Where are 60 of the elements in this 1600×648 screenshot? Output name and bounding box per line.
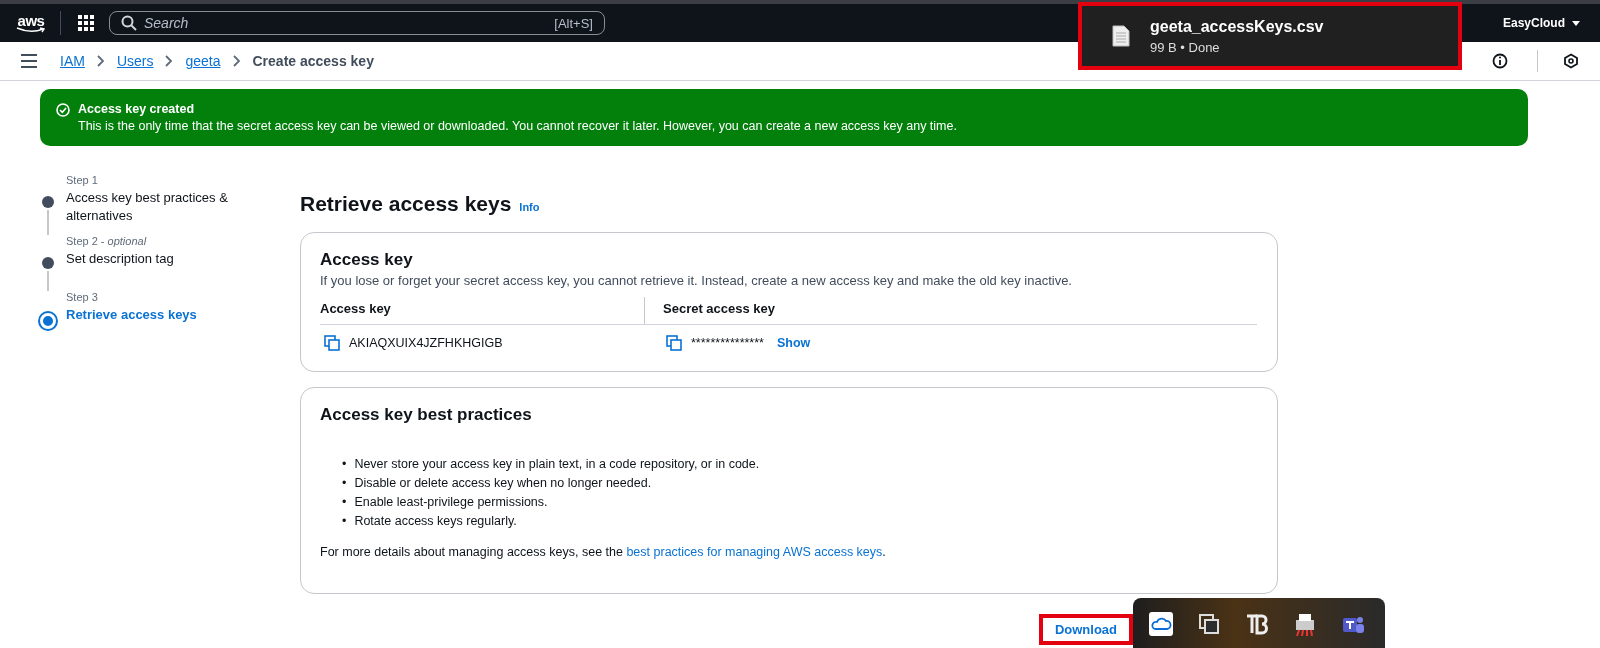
- secret-key-masked: ***************: [691, 336, 764, 350]
- cloud-icon: [1149, 612, 1173, 636]
- shortcut-hint: [Alt+S]: [554, 16, 593, 31]
- smile-arrow-icon: [16, 26, 46, 33]
- page-title: Retrieve access keys: [300, 192, 512, 216]
- breadcrumb-link[interactable]: IAM: [60, 53, 85, 69]
- account-menu[interactable]: EasyCloud: [1503, 16, 1580, 30]
- taskbar-button[interactable]: [1245, 612, 1269, 636]
- step-label: Step 2 - optional: [66, 235, 148, 247]
- taskbar-button[interactable]: [1197, 612, 1221, 636]
- step-label: Step 1: [66, 174, 99, 186]
- show-link[interactable]: Show: [776, 336, 811, 350]
- grid-icon: [78, 15, 94, 31]
- bullet-item: Never store your access key in plain text, in a code repository, or in code.: [354, 456, 760, 473]
- bullet-item: Enable least-privilege permissions.: [354, 494, 548, 511]
- copy-icon: [324, 335, 340, 351]
- breadcrumb-current: Create access key: [252, 53, 374, 69]
- chevron-right-icon: [232, 55, 241, 67]
- bullet-item: Rotate access keys regularly.: [354, 513, 517, 530]
- breadcrumb-link[interactable]: geeta: [185, 53, 221, 69]
- copy-icon: [666, 335, 682, 351]
- panel-title: Access key: [320, 250, 414, 270]
- panel-title: Access key best practices: [320, 405, 533, 425]
- bullet-marker: •: [342, 513, 347, 530]
- column-header: Access key: [320, 297, 644, 325]
- check-circle-icon: [56, 103, 70, 117]
- printer-icon: [1293, 612, 1317, 636]
- file-name: geeta_accessKeys.csv: [1150, 17, 1324, 36]
- download-button[interactable]: Download: [1038, 614, 1133, 645]
- breadcrumb-link[interactable]: Users: [116, 53, 154, 69]
- chevron-right-icon: [165, 55, 174, 67]
- copy-button[interactable]: [324, 335, 340, 351]
- step-title: Set description tag: [66, 250, 175, 268]
- taskbar-button[interactable]: [1293, 612, 1317, 636]
- column-header: Secret access key: [644, 297, 1257, 325]
- step-title: Retrieve access keys: [66, 306, 198, 324]
- windows-stack-icon: [1197, 612, 1221, 636]
- panel-description: If you lose or forget your secret access key, you cannot retrieve it. Instead, create a new access key and make the old key inactive.: [320, 273, 1073, 288]
- step-label: Step 3: [66, 291, 99, 303]
- download-status: 99 B • Done: [1150, 39, 1221, 55]
- menu-icon: [21, 54, 37, 68]
- bullet-marker: •: [342, 456, 347, 473]
- letter-tb-icon: [1245, 612, 1269, 636]
- banner-title: Access key created: [78, 102, 196, 116]
- logo-text: aws: [17, 13, 45, 27]
- step-title: Access key best practices & alternatives: [66, 189, 229, 225]
- info-link[interactable]: Info: [519, 201, 540, 213]
- chevron-right-icon: [96, 55, 105, 67]
- search-icon: [121, 15, 137, 31]
- hexagon-icon: [1563, 53, 1579, 69]
- details-sentence: For more details about managing access keys, see the best practices for managing AWS access keys.: [320, 545, 887, 559]
- info-icon: [1492, 53, 1508, 69]
- caret-down-icon: [1572, 20, 1580, 26]
- bullet-item: Disable or delete access key when no longer needed.: [354, 475, 652, 492]
- banner-message: This is the only time that the secret access key can be viewed or downloaded. You cannot recover it later. However, you can create a new access key any time.: [78, 119, 957, 133]
- bullet-marker: •: [342, 475, 347, 492]
- access-key-value: AKIAQXUIX4JZFHKHGIGB: [349, 336, 503, 350]
- bullet-marker: •: [342, 494, 347, 511]
- document-icon: [1112, 25, 1130, 47]
- copy-button[interactable]: [666, 335, 682, 351]
